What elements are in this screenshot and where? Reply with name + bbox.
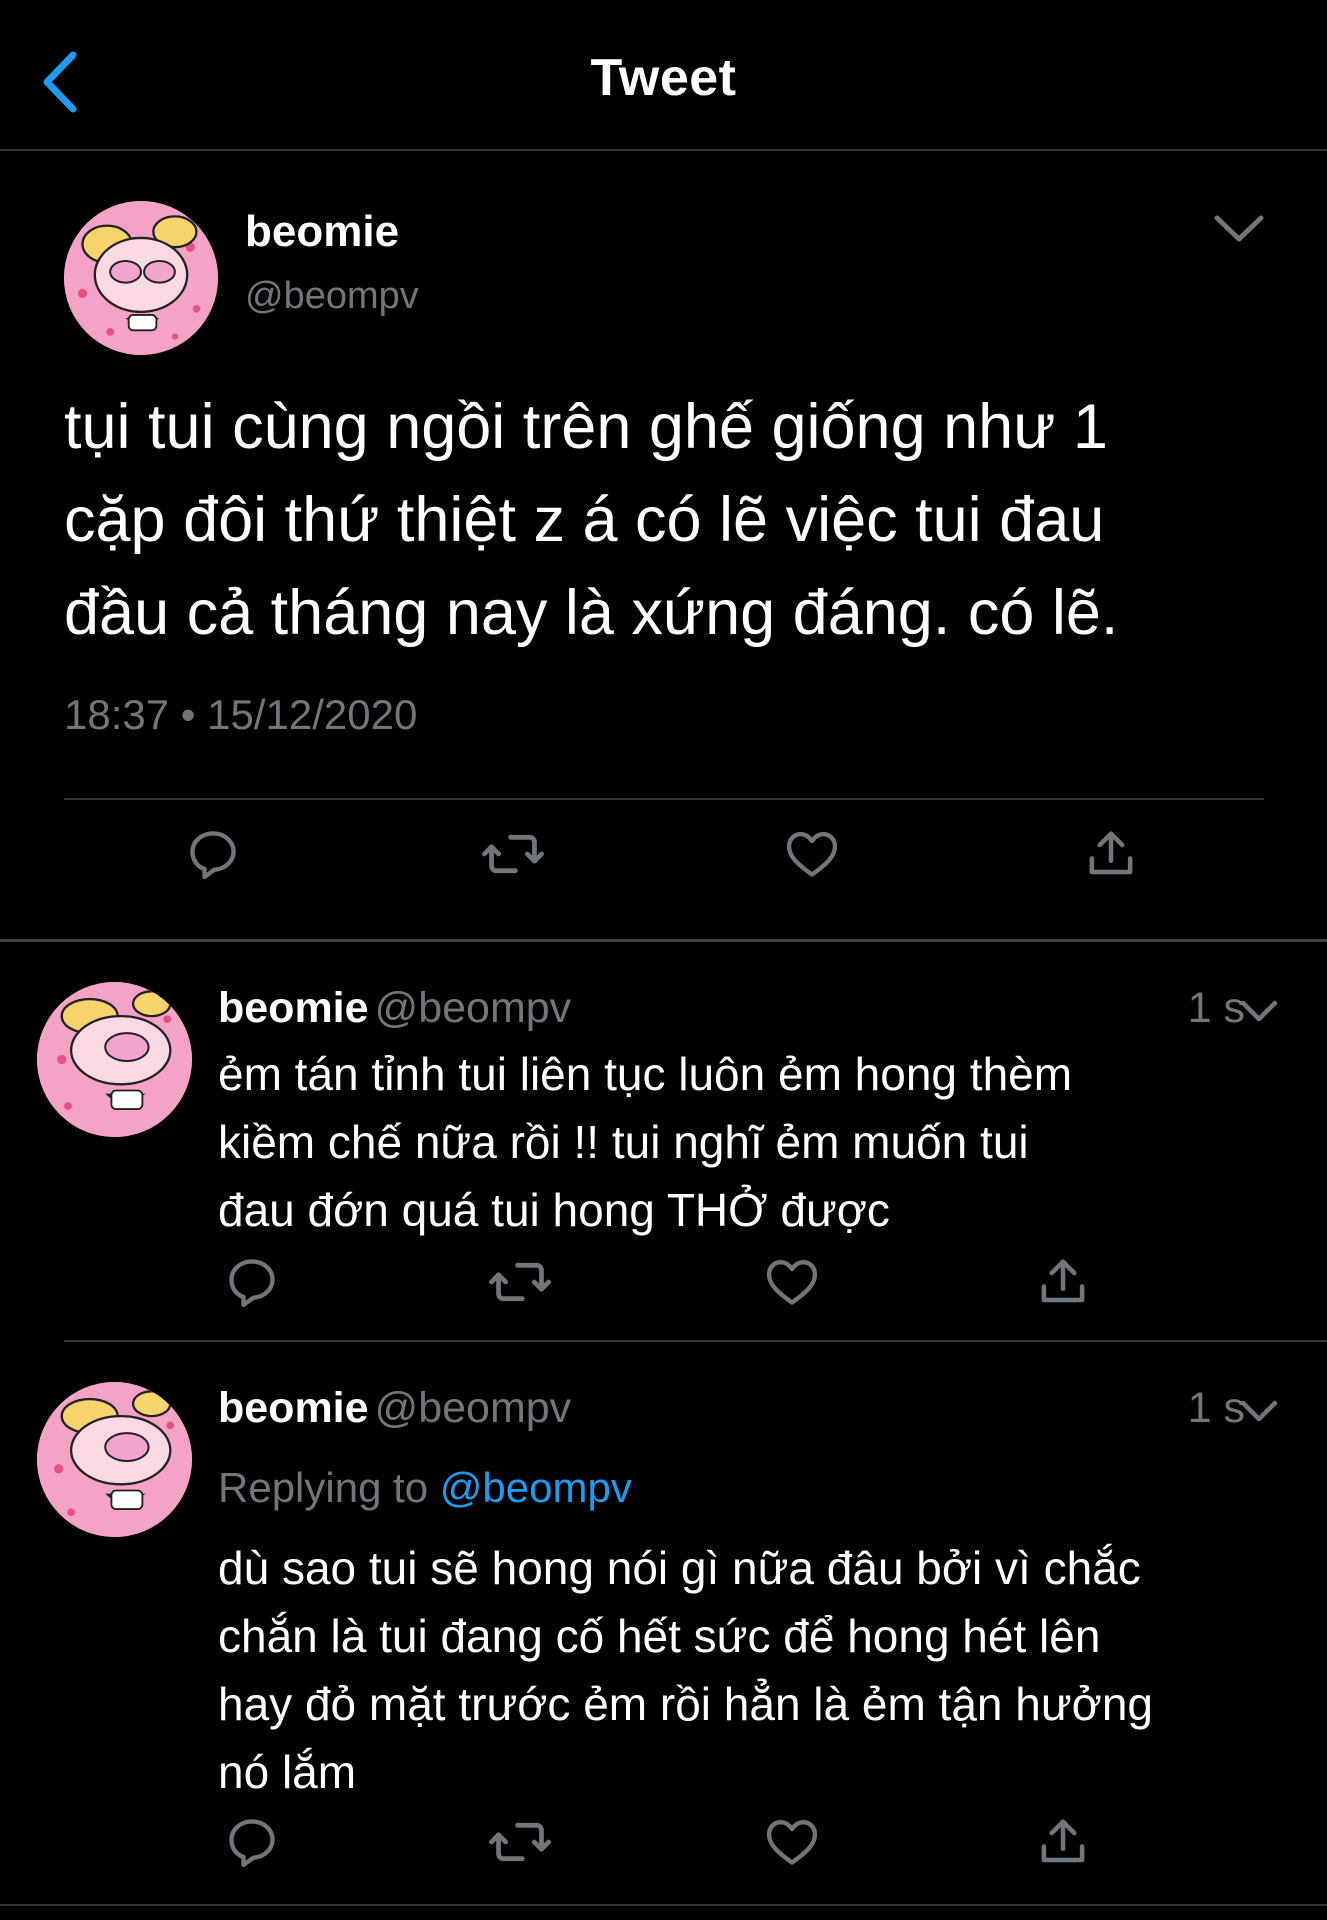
reply-menu-button[interactable] (1236, 1388, 1282, 1434)
like-icon (766, 1260, 818, 1305)
chevron-down-icon (1214, 215, 1264, 242)
share-icon (1089, 831, 1133, 875)
reply-text: dù sao tui sẽ hong nói gì nữa đâu bởi vì… (218, 1534, 1298, 1806)
avatar[interactable] (37, 982, 192, 1137)
user-handle[interactable]: @beompv (375, 1384, 572, 1432)
user-handle[interactable]: @beompv (375, 984, 572, 1032)
display-name[interactable]: beomie (245, 207, 399, 257)
reply-text-line: hay đỏ mặt trước ẻm rồi hẳn là ẻm tận hư… (218, 1678, 1154, 1730)
reply-header: beomie @beompv (218, 984, 571, 1033)
reply-text-line: chắn là tui đang cố hết sức để hong hét … (218, 1610, 1101, 1662)
reply-icon (229, 1819, 275, 1868)
reply-text-line: nó lắm (218, 1746, 357, 1798)
reply-button[interactable] (178, 819, 248, 889)
replying-to-label: Replying to (218, 1464, 429, 1511)
avatar-image (64, 201, 218, 355)
retweet-button[interactable] (485, 1807, 555, 1877)
retweet-icon (489, 1822, 551, 1862)
display-name[interactable]: beomie (218, 1384, 369, 1432)
reply-tweet[interactable]: beomie @beompv 1 s ẻm tán tỉnh tui liên t… (0, 942, 1327, 1340)
share-button[interactable] (1028, 1807, 1098, 1877)
chevron-down-icon (1240, 1400, 1278, 1422)
share-button[interactable] (1076, 819, 1146, 889)
reply-text: ẻm tán tỉnh tui liên tục luôn ẻm hong th… (218, 1040, 1298, 1244)
share-icon (1041, 1259, 1085, 1303)
reply-text-line: kiềm chế nữa rồi !! tui nghĩ ẻm muốn tui (218, 1116, 1029, 1168)
reply-menu-button[interactable] (1236, 988, 1282, 1034)
reply-header: beomie @beompv (218, 1384, 571, 1433)
replying-to-mention[interactable]: @beompv (440, 1464, 632, 1511)
tweet-actions (0, 811, 1327, 911)
retweet-icon (482, 834, 544, 874)
reply-icon (229, 1259, 275, 1308)
retweet-icon (489, 1262, 551, 1302)
reply-text-line: dù sao tui sẽ hong nói gì nữa đâu bởi vì… (218, 1542, 1141, 1594)
tweet-text-line: đầu cả tháng nay là xứng đáng. có lẽ. (64, 578, 1119, 648)
reply-text-line: đau đớn quá tui hong THỞ được (218, 1184, 890, 1236)
tweet-timestamp[interactable]: 18:37 • 15/12/2020 (64, 691, 417, 739)
main-tweet: beomie @beompv tụi tui cùng ngồi trên gh… (0, 151, 1327, 942)
tweet-text: tụi tui cùng ngồi trên ghế giống như 1 c… (64, 381, 1284, 660)
chevron-down-icon (1240, 1000, 1278, 1022)
like-icon (766, 1820, 818, 1865)
like-button[interactable] (777, 819, 847, 889)
like-icon (786, 832, 838, 877)
tweet-text-line: cặp đôi thứ thiệt z á có lẽ việc tui đau (64, 485, 1105, 555)
avatar[interactable] (64, 201, 218, 355)
divider (0, 1904, 1327, 1906)
user-handle[interactable]: @beompv (245, 275, 419, 318)
share-button[interactable] (1028, 1247, 1098, 1317)
reply-tweet[interactable]: beomie @beompv 1 s Replying to @beompv dù… (0, 1342, 1327, 1902)
divider (64, 798, 1264, 800)
reply-button[interactable] (217, 1247, 287, 1317)
reply-button[interactable] (217, 1807, 287, 1877)
tweet-text-line: tụi tui cùng ngồi trên ghế giống như 1 (64, 392, 1108, 462)
retweet-button[interactable] (478, 819, 548, 889)
replying-to: Replying to @beompv (218, 1464, 632, 1512)
like-button[interactable] (757, 1807, 827, 1877)
display-name[interactable]: beomie (218, 984, 369, 1032)
avatar[interactable] (37, 1382, 192, 1537)
retweet-button[interactable] (485, 1247, 555, 1317)
avatar-image (37, 982, 192, 1137)
top-bar: Tweet (0, 0, 1327, 151)
reply-icon (190, 831, 236, 880)
tweet-menu-button[interactable] (1207, 196, 1271, 260)
reply-text-line: ẻm tán tỉnh tui liên tục luôn ẻm hong th… (218, 1048, 1073, 1100)
share-icon (1041, 1819, 1085, 1863)
page-title: Tweet (590, 49, 737, 107)
like-button[interactable] (757, 1247, 827, 1317)
avatar-image (37, 1382, 192, 1537)
